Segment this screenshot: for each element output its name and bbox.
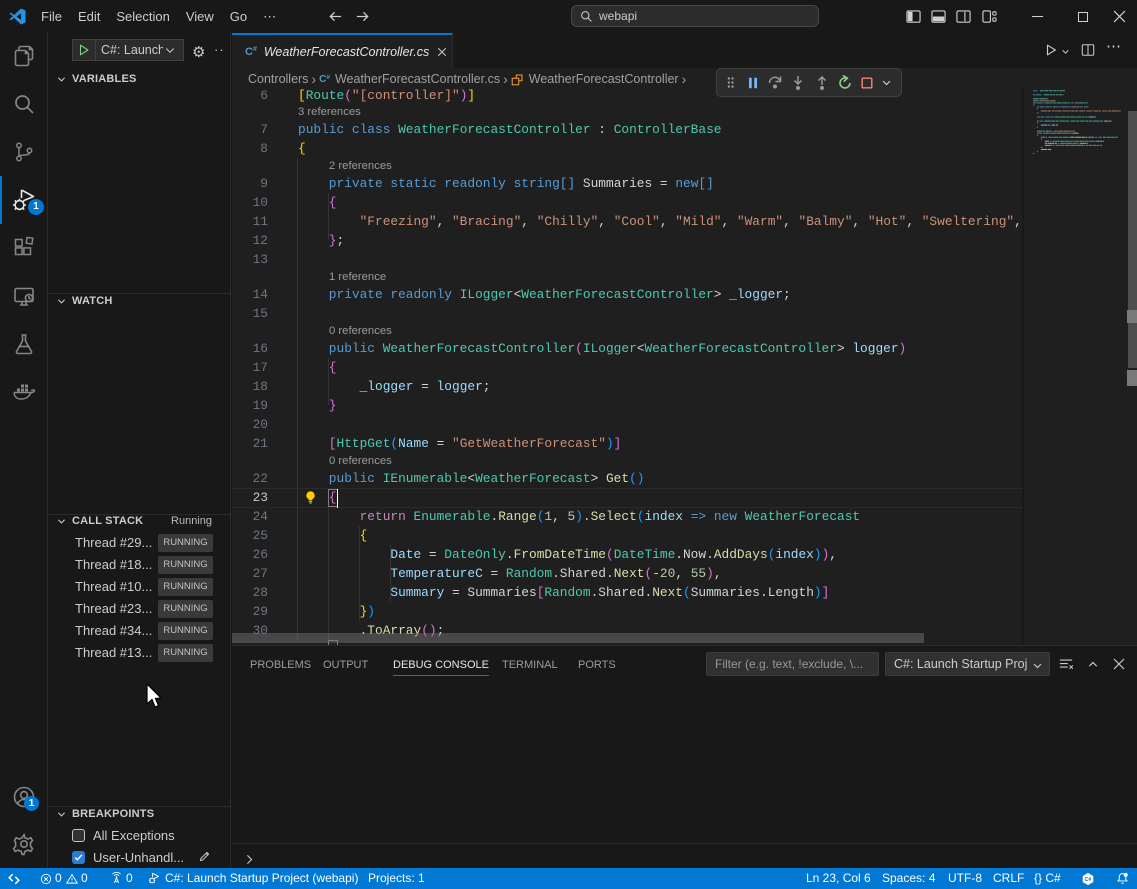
svg-text:C#: C# bbox=[1085, 877, 1092, 883]
